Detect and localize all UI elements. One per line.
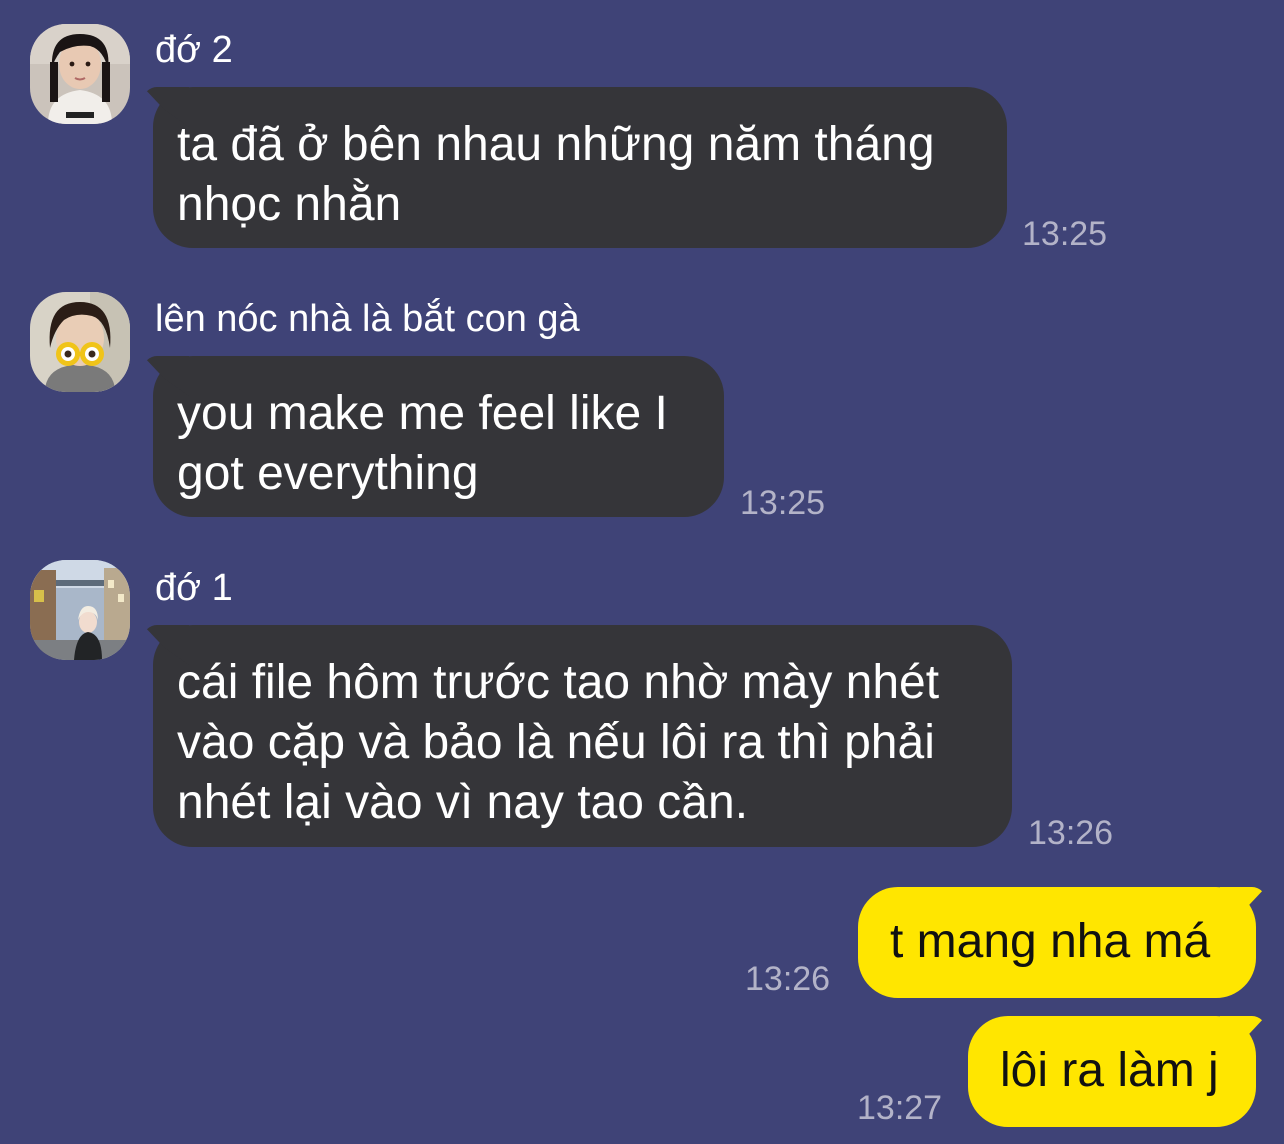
message-text: t mang nha má — [890, 914, 1211, 968]
sender-name: đớ 1 — [155, 567, 233, 609]
message-text: lôi ra làm j — [1000, 1043, 1219, 1097]
message-bubble[interactable]: you make me feel like I got everything — [153, 356, 724, 517]
message-bubble[interactable]: ta đã ở bên nhau những năm tháng nhọc nh… — [153, 87, 1007, 248]
message-timestamp: 13:25 — [740, 484, 826, 522]
message-timestamp: 13:26 — [1028, 814, 1114, 852]
sender-name: đớ 2 — [155, 29, 233, 71]
message-timestamp: 13:25 — [1022, 215, 1108, 253]
message-bubble[interactable]: cái file hôm trước tao nhờ mày nhét vào … — [153, 625, 1012, 847]
avatar[interactable] — [30, 560, 130, 660]
avatar[interactable] — [30, 24, 130, 124]
message-text: you make me feel like I got everything — [177, 387, 668, 500]
message-timestamp: 13:27 — [857, 1089, 943, 1127]
message-text: ta đã ở bên nhau những năm tháng nhọc nh… — [177, 118, 935, 231]
avatar[interactable] — [30, 292, 130, 392]
sender-name: lên nóc nhà là bắt con gà — [155, 298, 580, 340]
message-timestamp: 13:26 — [745, 960, 831, 998]
outgoing-message-bubble[interactable]: lôi ra làm j — [968, 1016, 1256, 1127]
message-text: cái file hôm trước tao nhờ mày nhét vào … — [177, 656, 940, 829]
outgoing-message-bubble[interactable]: t mang nha má — [858, 887, 1256, 998]
